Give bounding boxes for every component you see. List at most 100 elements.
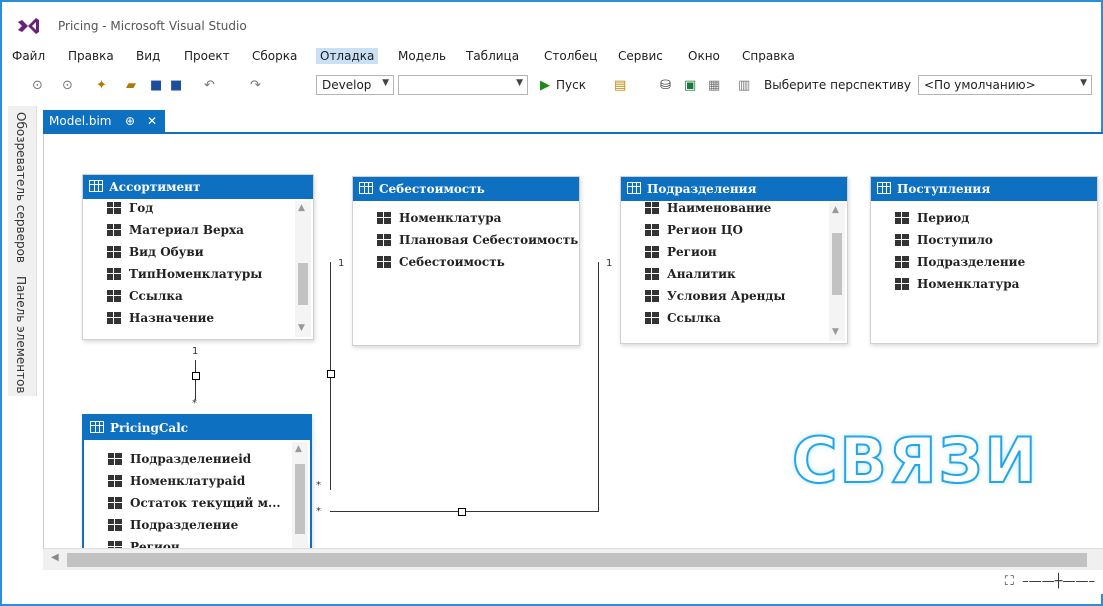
relation-one-label: 1: [606, 258, 613, 269]
save-icon[interactable]: ■: [150, 78, 162, 93]
relation-line[interactable]: [598, 262, 599, 512]
open-folder-icon[interactable]: ▰: [126, 78, 136, 93]
column-item[interactable]: Аналитик: [645, 267, 736, 289]
new-project-icon[interactable]: ✦: [96, 78, 107, 93]
configuration-select[interactable]: Develop ▼: [316, 75, 394, 95]
column-item[interactable]: Условия Аренды: [645, 289, 785, 311]
excel-icon[interactable]: ▣: [684, 78, 696, 93]
relation-connector[interactable]: [192, 372, 200, 380]
column-item[interactable]: Материал Верха: [107, 223, 244, 245]
start-button[interactable]: Пуск: [556, 78, 586, 92]
relation-connector[interactable]: [458, 508, 466, 516]
platform-select[interactable]: ▼: [398, 75, 528, 95]
column-icon: [645, 312, 659, 324]
table-scrollbar[interactable]: ▲ ▼: [295, 201, 311, 337]
scroll-thumb[interactable]: [298, 263, 308, 305]
column-item[interactable]: Номенклатура: [377, 211, 501, 233]
start-icon[interactable]: ▶: [540, 78, 550, 93]
menu-window[interactable]: Окно: [684, 48, 724, 64]
column-item[interactable]: Наименование: [645, 201, 771, 223]
table-receipts[interactable]: Поступления Период Поступило Подразделен…: [870, 176, 1098, 344]
scroll-thumb[interactable]: [295, 464, 305, 534]
diagram-canvas[interactable]: Ассортимент Год Материал Верха Вид Обуви…: [43, 134, 1103, 552]
forward-icon[interactable]: ⊙: [62, 78, 73, 93]
zoom-control[interactable]: ⛶ –——┼——–: [1005, 574, 1095, 589]
column-item[interactable]: ТипНоменклатуры: [107, 267, 262, 289]
column-item[interactable]: Регион ЦО: [645, 223, 743, 245]
table-scrollbar[interactable]: ▲: [292, 442, 308, 548]
table-header[interactable]: Ассортимент: [83, 175, 313, 199]
table-header[interactable]: PricingCalc: [84, 416, 310, 440]
scroll-left-icon[interactable]: ◀: [51, 552, 59, 563]
menu-view[interactable]: Вид: [132, 48, 164, 64]
scroll-up-icon[interactable]: ▲: [298, 203, 305, 213]
column-icon: [107, 312, 121, 324]
tab-toolbox[interactable]: Панель элементов: [14, 276, 28, 394]
table-cost[interactable]: Себестоимость Номенклатура Плановая Себе…: [352, 176, 580, 346]
grid-view-icon[interactable]: ▦: [708, 78, 720, 93]
relation-line[interactable]: [195, 360, 196, 400]
process-icon[interactable]: ▤: [614, 78, 626, 93]
menu-model[interactable]: Модель: [394, 48, 450, 64]
table-departments[interactable]: Подразделения Наименование Регион ЦО Рег…: [620, 176, 848, 344]
table-header[interactable]: Себестоимость: [353, 177, 579, 201]
column-item[interactable]: Ссылка: [645, 311, 721, 333]
close-icon[interactable]: ✕: [147, 114, 157, 128]
column-item[interactable]: Вид Обуви: [107, 245, 204, 267]
menu-edit[interactable]: Правка: [64, 48, 118, 64]
column-item[interactable]: Плановая Себестоимость: [377, 233, 578, 255]
table-assortment[interactable]: Ассортимент Год Материал Верха Вид Обуви…: [82, 174, 314, 340]
column-item[interactable]: Себестоимость: [377, 255, 505, 277]
canvas-horizontal-scrollbar[interactable]: ◀: [43, 548, 1103, 571]
scroll-thumb[interactable]: [832, 233, 842, 295]
menu-project[interactable]: Проект: [180, 48, 234, 64]
scroll-down-icon[interactable]: ▼: [832, 327, 839, 337]
side-tool-tabs: Обозреватель серверов Панель элементов: [8, 106, 37, 396]
save-all-icon[interactable]: ■: [170, 78, 182, 93]
relation-connector[interactable]: [327, 370, 335, 378]
menu-debug[interactable]: Отладка: [316, 48, 379, 64]
table-header[interactable]: Поступления: [871, 177, 1097, 201]
document-tab-model-bim[interactable]: Model.bim ⊕ ✕: [43, 110, 165, 132]
column-item[interactable]: Подразделениеid: [108, 452, 251, 474]
column-item[interactable]: Номенклатураid: [108, 474, 245, 496]
title-bar: Pricing - Microsoft Visual Studio: [0, 10, 1103, 40]
scroll-down-icon[interactable]: ▼: [298, 323, 305, 333]
tab-server-explorer[interactable]: Обозреватель серверов: [14, 112, 28, 263]
scroll-up-icon[interactable]: ▲: [832, 205, 839, 215]
column-item[interactable]: Остаток текущий м...: [108, 496, 281, 518]
column-item[interactable]: Период: [895, 211, 969, 233]
zoom-slider[interactable]: –——┼——–: [1018, 574, 1095, 589]
column-item[interactable]: Год: [107, 201, 153, 223]
menu-build[interactable]: Сборка: [248, 48, 301, 64]
menu-help[interactable]: Справка: [738, 48, 799, 64]
column-item[interactable]: Подразделение: [895, 255, 1025, 277]
column-item[interactable]: Поступило: [895, 233, 993, 255]
chevron-down-icon: ▼: [1080, 78, 1087, 88]
menu-table[interactable]: Таблица: [462, 48, 523, 64]
column-item[interactable]: Номенклатура: [895, 277, 1019, 299]
window-title: Pricing - Microsoft Visual Studio: [58, 19, 247, 33]
back-icon[interactable]: ⊙: [32, 78, 43, 93]
column-icon: [895, 278, 909, 290]
redo-icon[interactable]: ↷: [250, 78, 261, 93]
column-item[interactable]: Ссылка: [107, 289, 183, 311]
scroll-up-icon[interactable]: ▲: [295, 444, 302, 454]
table-pricingcalc[interactable]: PricingCalc Подразделениеid Номенклатура…: [82, 414, 312, 552]
fit-to-window-icon[interactable]: ⛶: [1005, 574, 1014, 589]
table-header[interactable]: Подразделения: [621, 177, 847, 201]
table-scrollbar[interactable]: ▲ ▼: [829, 203, 845, 341]
column-icon: [377, 212, 391, 224]
column-item[interactable]: Назначение: [107, 311, 214, 333]
database-icon[interactable]: ⛁: [660, 78, 671, 93]
scroll-thumb[interactable]: [67, 553, 1087, 567]
pin-icon[interactable]: ⊕: [125, 114, 135, 128]
column-item[interactable]: Регион: [645, 245, 717, 267]
perspective-icon[interactable]: ▥: [738, 78, 750, 93]
menu-column[interactable]: Столбец: [540, 48, 601, 64]
column-item[interactable]: Подразделение: [108, 518, 238, 540]
menu-tools[interactable]: Сервис: [614, 48, 667, 64]
menu-file[interactable]: Файл: [8, 48, 49, 64]
perspective-select[interactable]: <По умолчанию> ▼: [918, 75, 1092, 95]
undo-icon[interactable]: ↶: [204, 78, 215, 93]
